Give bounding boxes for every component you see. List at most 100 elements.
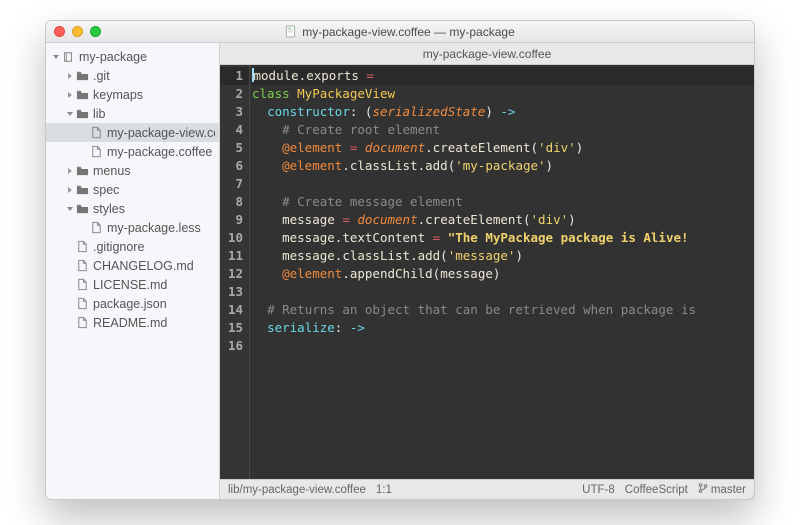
file-icon	[89, 126, 103, 140]
code-line[interactable]: message = document.createElement('div')	[252, 211, 754, 229]
code-line[interactable]	[252, 175, 754, 193]
folder-icon	[75, 88, 89, 102]
chevron-right-icon[interactable]	[64, 89, 75, 100]
tree-folder[interactable]: menus	[46, 161, 219, 180]
tree-item-label: package.json	[93, 297, 167, 311]
document-icon	[285, 25, 296, 38]
chevron-right-icon[interactable]	[64, 165, 75, 176]
code-token: "The MyPackage package is Alive!	[448, 230, 689, 245]
code-token	[357, 140, 365, 155]
line-number[interactable]: 8	[220, 193, 249, 211]
line-number[interactable]: 4	[220, 121, 249, 139]
code-token: # Create root element	[282, 122, 440, 137]
tree-item-label: README.md	[93, 316, 167, 330]
code-token: .	[342, 266, 350, 281]
code-line[interactable]: # Returns an object that can be retrieve…	[252, 301, 754, 319]
folder-icon	[75, 107, 89, 121]
code-line[interactable]: constructor: (serializedState) ->	[252, 103, 754, 121]
code-token: (	[523, 212, 531, 227]
chevron-down-icon[interactable]	[50, 51, 61, 62]
chevron-right-icon[interactable]	[64, 70, 75, 81]
line-number[interactable]: 11	[220, 247, 249, 265]
code-token: # Create message element	[282, 194, 463, 209]
file-tree-sidebar[interactable]: my-package .git keymaps lib my-package-view…	[46, 43, 220, 499]
code-token: =	[366, 68, 374, 83]
tab-bar[interactable]: my-package-view.coffee	[220, 43, 754, 65]
code-line[interactable]: message.classList.add('message')	[252, 247, 754, 265]
tree-folder[interactable]: spec	[46, 180, 219, 199]
line-number-gutter[interactable]: 12345678910111213141516	[220, 65, 250, 479]
tree-folder[interactable]: styles	[46, 199, 219, 218]
tree-file[interactable]: my-package.less	[46, 218, 219, 237]
line-number[interactable]: 10	[220, 229, 249, 247]
app-window: my-package-view.coffee — my-package my-p…	[45, 20, 755, 500]
chevron-right-icon[interactable]	[64, 184, 75, 195]
line-number[interactable]: 5	[220, 139, 249, 157]
code-line[interactable]: @element = document.createElement('div')	[252, 139, 754, 157]
code-token: )	[493, 266, 501, 281]
tree-item-label: my-package-view.coffee	[107, 126, 215, 140]
code-line[interactable]	[252, 283, 754, 301]
code-line[interactable]: class MyPackageView	[252, 85, 754, 103]
spacer	[78, 222, 89, 233]
tree-folder[interactable]: keymaps	[46, 85, 219, 104]
line-number[interactable]: 14	[220, 301, 249, 319]
file-icon	[75, 297, 89, 311]
code-token: message	[282, 212, 342, 227]
code-area[interactable]: module.exports =class MyPackageView cons…	[250, 65, 754, 479]
line-number[interactable]: 7	[220, 175, 249, 193]
tree-file[interactable]: LICENSE.md	[46, 275, 219, 294]
line-number[interactable]: 6	[220, 157, 249, 175]
chevron-down-icon[interactable]	[64, 108, 75, 119]
code-token: class	[252, 86, 297, 101]
code-token: 'my-package'	[455, 158, 545, 173]
tree-root[interactable]: my-package	[46, 47, 219, 66]
file-icon	[75, 240, 89, 254]
line-number[interactable]: 2	[220, 85, 249, 103]
code-token: .	[425, 140, 433, 155]
chevron-down-icon[interactable]	[64, 203, 75, 214]
titlebar[interactable]: my-package-view.coffee — my-package	[46, 21, 754, 43]
spacer	[64, 298, 75, 309]
code-line[interactable]: message.textContent = "The MyPackage pac…	[252, 229, 754, 247]
tree-file[interactable]: my-package.coffee	[46, 142, 219, 161]
status-encoding[interactable]: UTF-8	[582, 484, 615, 496]
line-number[interactable]: 3	[220, 103, 249, 121]
code-token: ->	[500, 104, 515, 119]
line-number[interactable]: 15	[220, 319, 249, 337]
tree-file[interactable]: README.md	[46, 313, 219, 332]
status-git-branch[interactable]: master	[698, 483, 746, 496]
status-file-path[interactable]: lib/my-package-view.coffee	[228, 484, 366, 496]
tree-folder[interactable]: .git	[46, 66, 219, 85]
window-title-text: my-package-view.coffee — my-package	[302, 25, 515, 39]
line-number[interactable]: 13	[220, 283, 249, 301]
code-line[interactable]: @element.appendChild(message)	[252, 265, 754, 283]
text-editor[interactable]: 12345678910111213141516 module.exports =…	[220, 65, 754, 479]
tab-active[interactable]: my-package-view.coffee	[423, 47, 552, 61]
tree-item-label: .git	[93, 69, 110, 83]
tree-item-label: my-package.coffee	[107, 145, 212, 159]
line-number[interactable]: 12	[220, 265, 249, 283]
tree-folder[interactable]: lib	[46, 104, 219, 123]
code-line[interactable]	[252, 337, 754, 355]
line-number[interactable]: 9	[220, 211, 249, 229]
code-line[interactable]: serialize: ->	[252, 319, 754, 337]
status-grammar[interactable]: CoffeeScript	[625, 484, 688, 496]
code-token: createElement	[425, 212, 523, 227]
line-number[interactable]: 16	[220, 337, 249, 355]
code-line[interactable]: # Create message element	[252, 193, 754, 211]
tree-file[interactable]: my-package-view.coffee	[46, 123, 219, 142]
code-token: (	[440, 248, 448, 263]
file-icon	[75, 316, 89, 330]
tree-file[interactable]: package.json	[46, 294, 219, 313]
tree-item-label: keymaps	[93, 88, 143, 102]
code-token: classList	[350, 158, 418, 173]
status-cursor-position[interactable]: 1:1	[376, 484, 392, 496]
code-line[interactable]: module.exports =	[252, 67, 754, 85]
tree-file[interactable]: .gitignore	[46, 237, 219, 256]
line-number[interactable]: 1	[220, 67, 249, 85]
code-line[interactable]: # Create root element	[252, 121, 754, 139]
tree-file[interactable]: CHANGELOG.md	[46, 256, 219, 275]
code-line[interactable]: @element.classList.add('my-package')	[252, 157, 754, 175]
spacer	[64, 279, 75, 290]
